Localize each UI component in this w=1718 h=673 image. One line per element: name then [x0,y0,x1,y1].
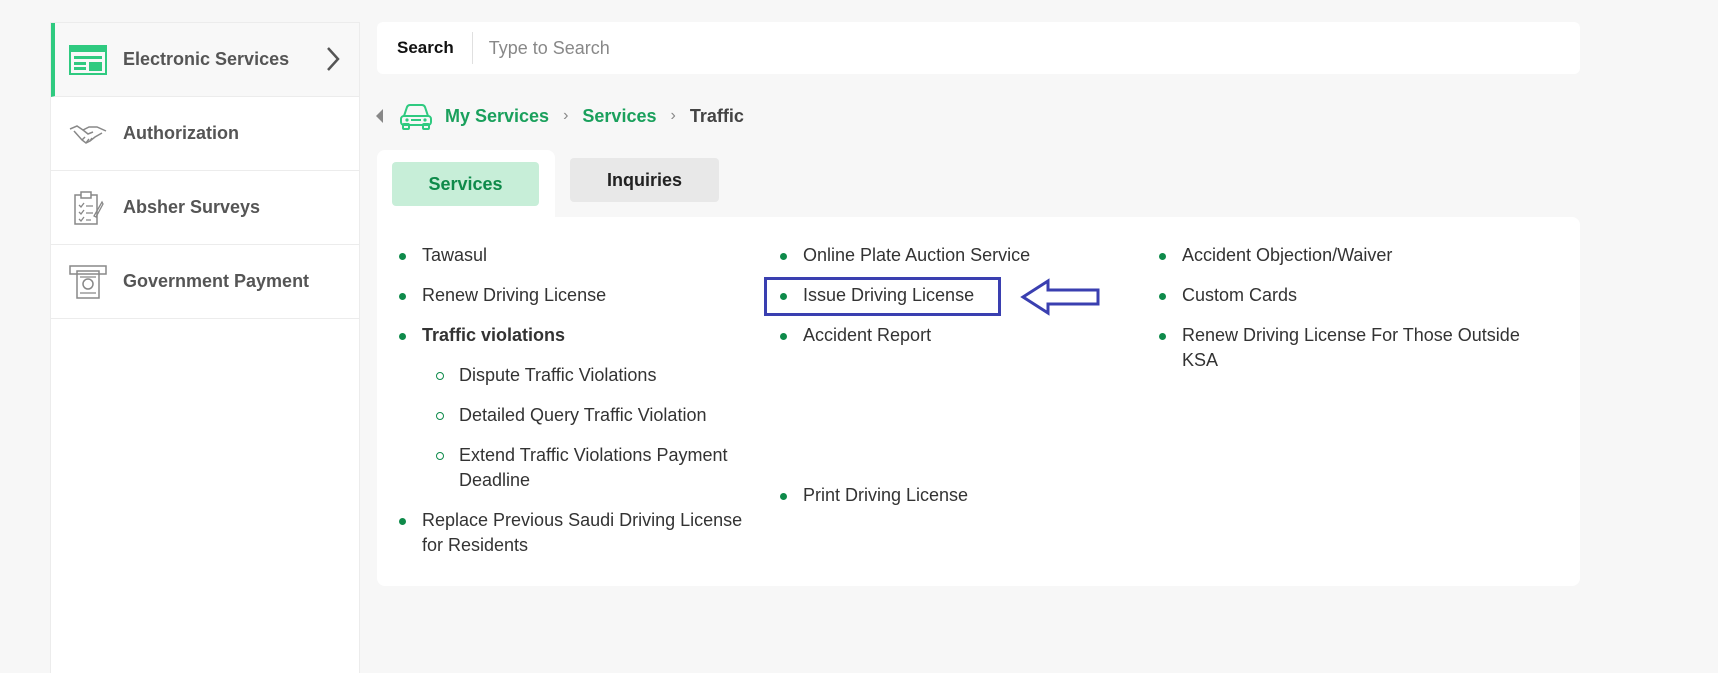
service-renew-driving-license[interactable]: Renew Driving License [377,283,767,308]
breadcrumb: My Services › Services › Traffic [376,100,744,132]
atm-cash-icon [69,263,107,301]
handshake-icon [69,115,107,153]
search-bar: Search [377,22,1580,74]
breadcrumb-separator-icon: › [670,107,676,124]
sidebar-item-label: Authorization [123,123,239,143]
services-column-2-bottom: Print Driving License [758,483,1138,523]
tab-services[interactable]: Services [392,162,539,206]
annotation-highlight-box [764,277,1001,316]
service-tawasul[interactable]: Tawasul [377,243,767,268]
sidebar-item-government-payment[interactable]: Government Payment [51,245,359,319]
services-panel: Tawasul Renew Driving License Traffic vi… [377,217,1580,586]
service-accident-report[interactable]: Accident Report [758,323,1138,348]
service-traffic-violations[interactable]: Traffic violations Dispute Traffic Viola… [377,323,767,493]
traffic-violations-sublist: Dispute Traffic Violations Detailed Quer… [422,363,767,493]
search-label: Search [377,32,473,64]
service-replace-previous-license[interactable]: Replace Previous Saudi Driving License f… [377,508,767,558]
service-online-plate-auction[interactable]: Online Plate Auction Service [758,243,1138,268]
tab-inquiries[interactable]: Inquiries [570,158,719,202]
breadcrumb-separator-icon: › [563,107,569,124]
sidebar-item-authorization[interactable]: Authorization [51,97,359,171]
service-dispute-traffic-violations[interactable]: Dispute Traffic Violations [422,363,767,388]
sidebar-item-absher-surveys[interactable]: Absher Surveys [51,171,359,245]
service-renew-license-outside-ksa[interactable]: Renew Driving License For Those Outside … [1137,323,1537,373]
service-traffic-violations-label: Traffic violations [422,325,566,345]
sidebar-item-electronic-services[interactable]: Electronic Services [51,23,359,97]
chevron-right-icon [325,45,341,78]
sidebar-item-label: Electronic Services [123,49,290,69]
service-accident-objection-waiver[interactable]: Accident Objection/Waiver [1137,243,1537,268]
breadcrumb-services[interactable]: Services [582,106,656,127]
browser-window-icon [69,41,107,79]
breadcrumb-my-services[interactable]: My Services [445,106,549,127]
car-icon [399,102,433,130]
breadcrumb-traffic: Traffic [689,105,744,126]
clipboard-checklist-icon [69,189,107,227]
sidebar-item-label: Government Payment [123,271,310,291]
back-caret-icon[interactable] [376,109,383,123]
service-print-driving-license[interactable]: Print Driving License [758,483,1138,508]
annotation-arrow-left-icon [1020,278,1102,321]
services-column-1: Tawasul Renew Driving License Traffic vi… [377,243,767,573]
service-detailed-query-traffic-violation[interactable]: Detailed Query Traffic Violation [422,403,767,428]
services-column-3: Accident Objection/Waiver Custom Cards R… [1137,243,1537,388]
sidebar-item-label: Absher Surveys [123,197,261,217]
service-extend-payment-deadline[interactable]: Extend Traffic Violations Payment Deadli… [422,443,767,493]
sidebar: Electronic Services Authorization Absher… [50,22,360,673]
service-custom-cards[interactable]: Custom Cards [1137,283,1537,308]
search-input[interactable] [486,36,1580,60]
